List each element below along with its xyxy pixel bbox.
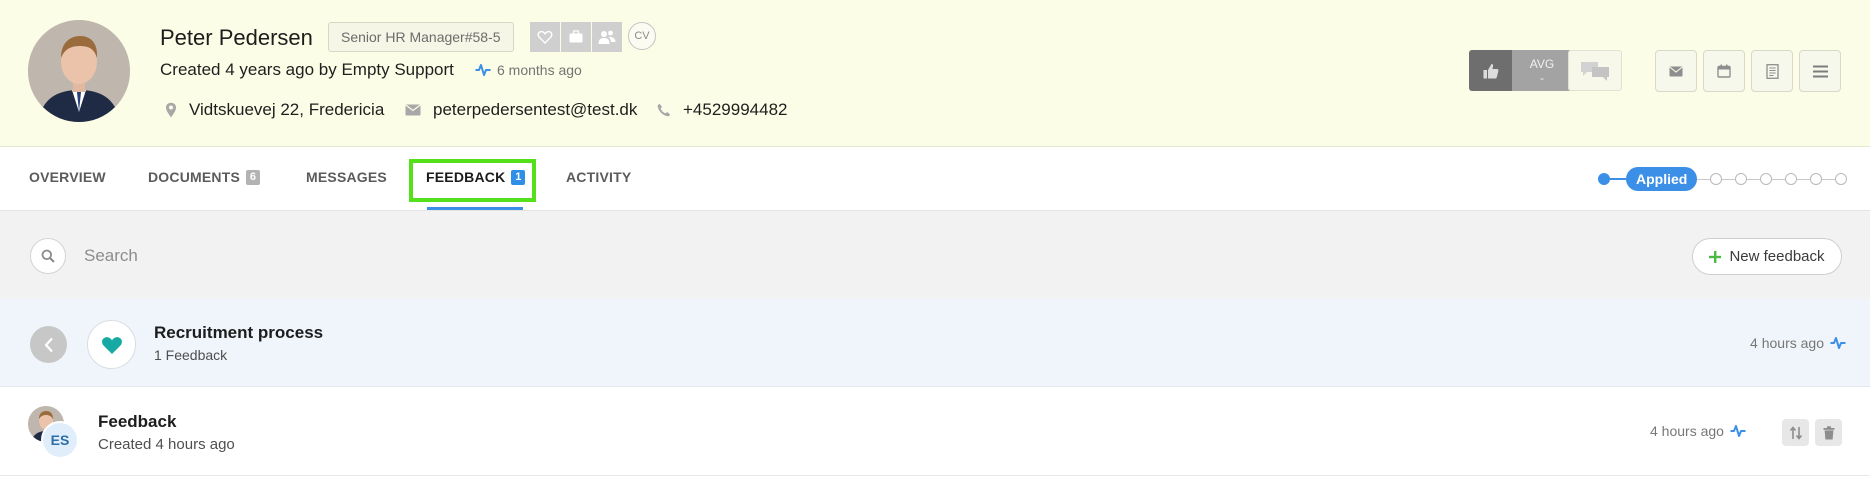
heart-icon bbox=[101, 336, 122, 354]
back-button[interactable] bbox=[30, 326, 67, 363]
cv-button[interactable]: CV bbox=[628, 22, 656, 50]
pipeline-step-completed bbox=[1598, 173, 1610, 185]
address-text: Vidtskuevej 22, Fredericia bbox=[189, 100, 385, 119]
process-subtitle: 1 Feedback bbox=[154, 347, 228, 363]
candidate-name: Peter Pedersen bbox=[160, 25, 313, 50]
send-message-button[interactable] bbox=[1655, 50, 1697, 92]
pipeline-connector bbox=[1697, 178, 1711, 180]
map-pin-icon bbox=[166, 102, 176, 118]
comments-button[interactable] bbox=[1568, 50, 1622, 91]
briefcase-icon bbox=[569, 30, 583, 43]
pipeline-connector bbox=[1722, 178, 1736, 180]
delete-button[interactable] bbox=[1815, 419, 1842, 446]
pipeline-connector bbox=[1610, 178, 1626, 180]
feedback-list-item[interactable]: ES Feedback Created 4 hours ago 4 hours … bbox=[0, 388, 1870, 476]
favorite-button[interactable] bbox=[530, 22, 560, 52]
pipeline-step[interactable] bbox=[1735, 173, 1748, 185]
phone-text[interactable]: +4529994482 bbox=[683, 100, 787, 120]
tab-messages-label: MESSAGES bbox=[306, 169, 387, 185]
tab-activity[interactable]: ACTIVITY bbox=[566, 169, 631, 185]
tab-messages[interactable]: MESSAGES bbox=[306, 169, 387, 185]
pipeline-connector bbox=[1747, 178, 1761, 180]
sort-arrows-icon bbox=[1789, 425, 1802, 440]
tab-bar: OVERVIEW DOCUMENTS 6 MESSAGES FEEDBACK 1… bbox=[0, 148, 1870, 211]
sort-button[interactable] bbox=[1782, 419, 1809, 446]
search-button[interactable] bbox=[30, 238, 66, 274]
pipeline-current-stage[interactable]: Applied bbox=[1626, 167, 1698, 191]
calendar-icon bbox=[1717, 64, 1731, 78]
briefcase-button[interactable] bbox=[561, 22, 591, 52]
plus-icon bbox=[1709, 250, 1722, 263]
envelope-icon bbox=[405, 104, 421, 116]
pipeline-step[interactable] bbox=[1785, 173, 1798, 185]
thumbs-up-icon bbox=[1483, 63, 1498, 78]
email-text[interactable]: peterpedersentest@test.dk bbox=[433, 100, 637, 120]
thumbs-up-button[interactable] bbox=[1469, 50, 1512, 91]
phone-info[interactable]: +4529994482 bbox=[657, 100, 787, 120]
active-tab-highlight bbox=[409, 159, 536, 202]
users-icon bbox=[598, 30, 616, 44]
pipeline-connector bbox=[1797, 178, 1811, 180]
activity-pulse-icon bbox=[1830, 337, 1846, 349]
feedback-timestamp: 4 hours ago bbox=[1650, 423, 1746, 439]
address-info: Vidtskuevej 22, Fredericia bbox=[165, 100, 384, 120]
process-title: Recruitment process bbox=[154, 323, 324, 342]
hamburger-menu-icon bbox=[1812, 65, 1828, 77]
envelope-icon bbox=[1669, 66, 1683, 76]
chevron-left-icon bbox=[44, 337, 53, 352]
last-activity: 6 months ago bbox=[475, 62, 582, 78]
created-info: Created 4 years ago by Empty Support bbox=[160, 60, 454, 79]
job-badge[interactable]: Senior HR Manager#58-5 bbox=[328, 22, 514, 52]
feedback-time-label: 4 hours ago bbox=[1650, 423, 1724, 439]
users-button[interactable] bbox=[592, 22, 622, 52]
reviewer-avatar: ES bbox=[41, 421, 79, 459]
feedback-created: Created 4 hours ago bbox=[98, 436, 235, 453]
feedback-avatar-group: ES bbox=[28, 406, 84, 460]
activity-pulse-icon bbox=[1730, 425, 1746, 437]
new-feedback-button[interactable]: New feedback bbox=[1692, 238, 1842, 275]
more-menu-button[interactable] bbox=[1799, 50, 1841, 92]
tab-documents[interactable]: DOCUMENTS 6 bbox=[148, 169, 261, 185]
heart-outline-icon bbox=[537, 30, 553, 44]
avg-label: AVG bbox=[1529, 56, 1555, 71]
activity-pulse-icon bbox=[475, 64, 491, 76]
active-tab-underline bbox=[427, 207, 523, 210]
process-icon bbox=[87, 320, 136, 369]
documents-count-badge: 6 bbox=[246, 169, 261, 185]
rating-group: AVG - bbox=[1469, 50, 1572, 91]
trash-icon bbox=[1823, 425, 1834, 439]
phone-icon bbox=[657, 103, 671, 117]
process-group-row[interactable]: Recruitment process 1 Feedback 4 hours a… bbox=[0, 299, 1870, 387]
tab-overview-label: OVERVIEW bbox=[29, 169, 106, 185]
tab-activity-label: ACTIVITY bbox=[566, 169, 632, 185]
process-time-label: 4 hours ago bbox=[1750, 335, 1824, 351]
tab-documents-label: DOCUMENTS bbox=[148, 169, 241, 185]
pipeline-step[interactable] bbox=[1835, 173, 1848, 185]
pipeline-step[interactable] bbox=[1710, 173, 1723, 185]
last-activity-label: 6 months ago bbox=[497, 62, 582, 78]
document-icon bbox=[1765, 63, 1779, 79]
new-feedback-label: New feedback bbox=[1729, 248, 1825, 265]
average-rating: AVG - bbox=[1512, 50, 1572, 91]
email-info[interactable]: peterpedersentest@test.dk bbox=[405, 100, 637, 120]
pipeline-step[interactable] bbox=[1810, 173, 1823, 185]
pipeline-step[interactable] bbox=[1760, 173, 1773, 185]
tab-overview[interactable]: OVERVIEW bbox=[29, 169, 106, 185]
candidate-header: Peter Pedersen Senior HR Manager#58-5 CV… bbox=[0, 0, 1870, 147]
process-timestamp: 4 hours ago bbox=[1750, 335, 1846, 351]
search-icon bbox=[41, 249, 55, 263]
chat-bubbles-icon bbox=[1581, 61, 1609, 81]
schedule-meeting-button[interactable] bbox=[1703, 50, 1745, 92]
notes-button[interactable] bbox=[1751, 50, 1793, 92]
avg-value: - bbox=[1540, 70, 1544, 85]
feedback-title[interactable]: Feedback bbox=[98, 412, 176, 432]
pipeline-progress[interactable]: Applied bbox=[1598, 167, 1848, 191]
candidate-avatar bbox=[28, 20, 130, 122]
pipeline-connector bbox=[1772, 178, 1786, 180]
pipeline-connector bbox=[1822, 178, 1836, 180]
search-input[interactable] bbox=[84, 241, 684, 271]
feedback-toolbar: New feedback bbox=[0, 211, 1870, 299]
